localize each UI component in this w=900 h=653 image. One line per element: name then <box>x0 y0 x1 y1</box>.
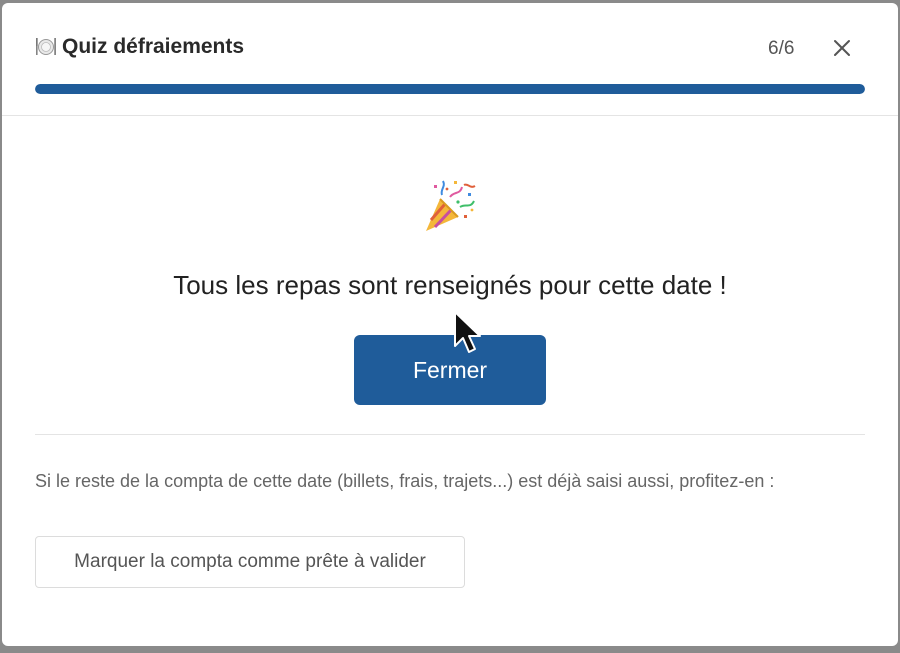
plate-cutlery-icon <box>34 35 58 59</box>
progress-bar <box>35 84 865 94</box>
mark-ready-button[interactable]: Marquer la compta comme prête à valider <box>35 536 465 588</box>
modal-title: Quiz défraiements <box>34 35 244 59</box>
modal-title-text: Quiz défraiements <box>62 35 245 58</box>
hint-text: Si le reste de la compta de cette date (… <box>35 471 775 491</box>
progress-bar-fill <box>35 84 865 94</box>
close-icon[interactable] <box>830 36 854 60</box>
party-popper-icon <box>420 177 478 235</box>
fermer-button[interactable]: Fermer <box>354 335 546 405</box>
success-message: Tous les repas sont renseignés pour cett… <box>173 270 727 300</box>
step-counter: 6/6 <box>768 38 795 59</box>
modal-header: Quiz défraiements 6/6 <box>2 3 898 115</box>
header-divider <box>2 115 898 116</box>
section-divider <box>35 434 865 435</box>
quiz-modal: Quiz défraiements 6/6 Tous les repas son… <box>2 3 898 646</box>
